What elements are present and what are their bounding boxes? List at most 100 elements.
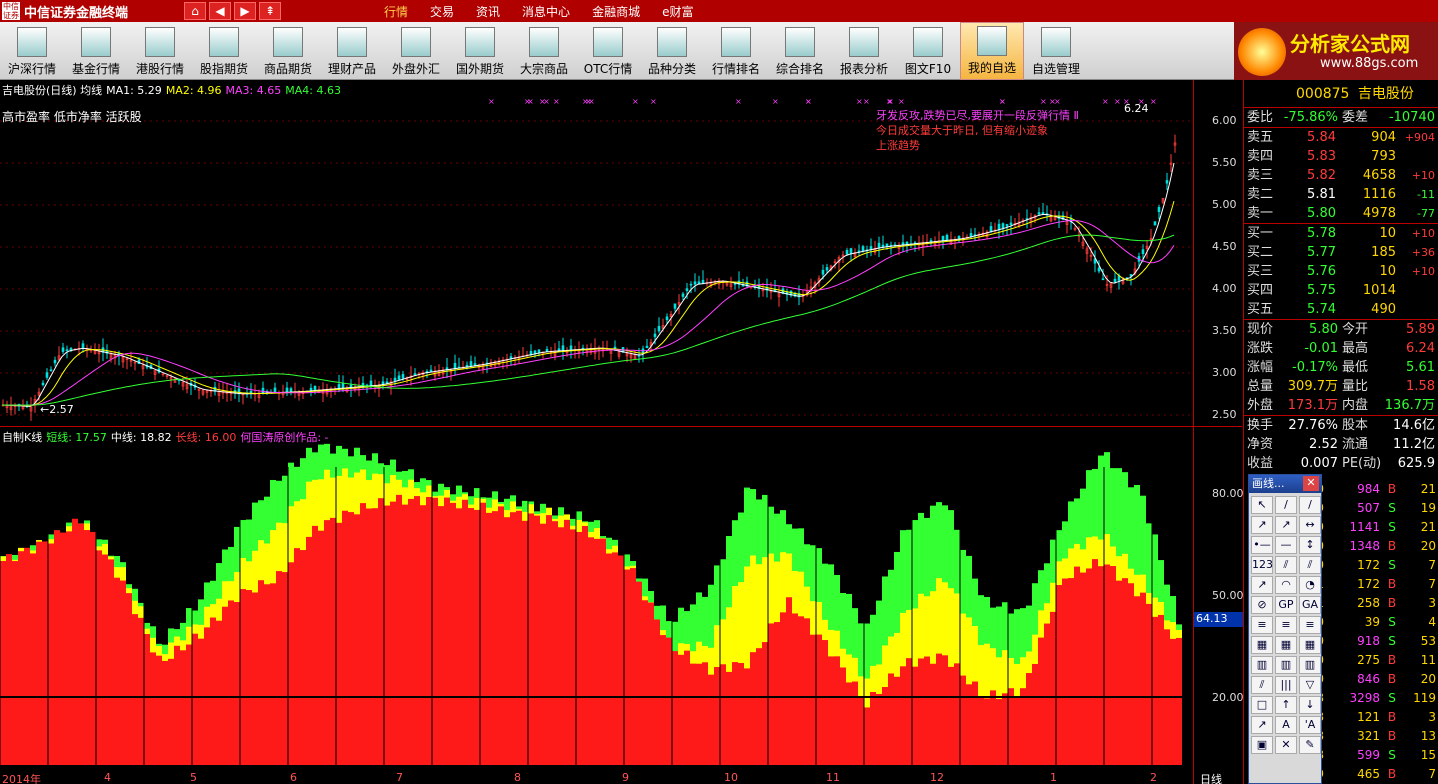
toolbar-item-0[interactable]: 沪深行情 — [0, 22, 64, 80]
draw-tool-10[interactable]: ⫽ — [1275, 556, 1297, 574]
draw-tool-6[interactable]: •— — [1251, 536, 1273, 554]
draw-tool-16[interactable]: GP — [1275, 596, 1297, 614]
price-chart[interactable]: ←2.57 6.24 × × × × × × × × × × × × × × × × × × × × × × × × × × × × × × … — [0, 80, 1242, 427]
tick-count: 19 — [1420, 501, 1436, 515]
indicator-bar-长线 — [912, 666, 918, 765]
menu-mall[interactable]: 金融商城 — [592, 3, 640, 20]
period-button[interactable]: 日线 — [1200, 771, 1222, 784]
candle-body — [453, 362, 457, 369]
candle-body — [989, 226, 993, 232]
draw-tool-25[interactable]: ▥ — [1275, 656, 1297, 674]
draw-tool-35[interactable]: 'A — [1299, 716, 1321, 734]
draw-tool-12[interactable]: ↗ — [1251, 576, 1273, 594]
draw-tool-13[interactable]: ◠ — [1275, 576, 1297, 594]
toolbar-item-8[interactable]: 大宗商品 — [512, 22, 576, 80]
draw-tool-32[interactable]: ↓ — [1299, 696, 1321, 714]
draw-tool-15[interactable]: ⊘ — [1251, 596, 1273, 614]
forward-button[interactable]: ▶ — [234, 2, 256, 20]
price-axis-tick: 4.50 — [1212, 240, 1237, 253]
draw-tool-31[interactable]: ↑ — [1275, 696, 1297, 714]
menu-trade[interactable]: 交易 — [430, 3, 454, 20]
indicator-bar-长线 — [234, 602, 240, 765]
close-icon[interactable]: ✕ — [1303, 476, 1319, 491]
indicator-bar-长线 — [612, 552, 618, 765]
home-button[interactable]: ⌂ — [184, 2, 206, 20]
signal-marker: × — [1138, 97, 1145, 106]
signal-marker: × — [632, 97, 639, 106]
draw-tool-5[interactable]: ↔ — [1299, 516, 1321, 534]
toolbar-item-16[interactable]: 自选管理 — [1024, 22, 1088, 80]
draw-tool-37[interactable]: ✕ — [1275, 736, 1297, 754]
draw-tool-21[interactable]: ▦ — [1251, 636, 1273, 654]
tick-volume: 1141 — [1349, 520, 1380, 534]
toolbar-item-6[interactable]: 外盘外汇 — [384, 22, 448, 80]
toolbar-item-12[interactable]: 综合排名 — [768, 22, 832, 80]
draw-tool-18[interactable]: ≡ — [1251, 616, 1273, 634]
draw-tool-27[interactable]: ⫽ — [1251, 676, 1273, 694]
toolbar-item-7[interactable]: 国外期货 — [448, 22, 512, 80]
toolbar-item-2[interactable]: 港股行情 — [128, 22, 192, 80]
draw-tool-4[interactable]: ↗ — [1275, 516, 1297, 534]
toolbar-item-13[interactable]: 报表分析 — [832, 22, 896, 80]
toolbar-item-10[interactable]: 品种分类 — [640, 22, 704, 80]
draw-tool-8[interactable]: ↕ — [1299, 536, 1321, 554]
menu-news[interactable]: 资讯 — [476, 3, 500, 20]
candle-body — [1165, 180, 1169, 184]
draw-tool-17[interactable]: GA — [1299, 596, 1321, 614]
toolbar-label: 商品期货 — [263, 62, 312, 76]
stock-code: 000875 — [1296, 86, 1350, 102]
chart-area[interactable]: ←2.57 6.24 × × × × × × × × × × × × × × × × × × × × × × × × × × × × × × … — [0, 80, 1244, 784]
menu-messages[interactable]: 消息中心 — [522, 3, 570, 20]
palette-title[interactable]: 画线... ✕ — [1249, 475, 1321, 493]
toolbar-item-15[interactable]: 我的自选 — [960, 22, 1024, 80]
menu-quotes[interactable]: 行情 — [384, 3, 408, 20]
date-axis-tick: 4 — [104, 771, 111, 784]
drawing-tools-palette[interactable]: 画线... ✕ ↖ / / ↗ ↗ ↔ •— — ↕ 123 ⫽ ⫽ ↗ ◠ ◔ ⊘ GP GA ≡ ≡ ≡ ▦ ▦ ▦ ▥ ▥ ▥… — [1248, 474, 1322, 784]
tick-volume: 321 — [1357, 729, 1380, 743]
draw-tool-11[interactable]: ⫽ — [1299, 556, 1321, 574]
toolbar-item-4[interactable]: 商品期货 — [256, 22, 320, 80]
date-axis-tick: 7 — [396, 771, 403, 784]
draw-tool-23[interactable]: ▦ — [1299, 636, 1321, 654]
toolbar-item-14[interactable]: 图文F10 — [896, 22, 960, 80]
order-price: 5.74 — [1307, 302, 1336, 317]
draw-tool-0[interactable]: ↖ — [1251, 496, 1273, 514]
draw-tool-33[interactable]: ↗ — [1251, 716, 1273, 734]
indicator-bar-长线 — [276, 571, 282, 765]
menu-ewealth[interactable]: e财富 — [662, 3, 693, 20]
draw-tool-19[interactable]: ≡ — [1275, 616, 1297, 634]
toolbar-item-1[interactable]: 基金行情 — [64, 22, 128, 80]
fundamental-stats: 换手 27.76% 股本 14.6亿净资 2.52 流通 11.2亿收益(三) 0.007 PE… — [1244, 415, 1438, 490]
brand-banner[interactable]: 分析家公式网 www.88gs.com — [1234, 22, 1438, 80]
collapse-button[interactable]: ⇞ — [259, 2, 281, 20]
draw-tool-22[interactable]: ▦ — [1275, 636, 1297, 654]
toolbar-item-9[interactable]: OTC行情 — [576, 22, 640, 80]
draw-tool-36[interactable]: ▣ — [1251, 736, 1273, 754]
draw-tool-29[interactable]: ▽ — [1299, 676, 1321, 694]
toolbar-item-11[interactable]: 行情排名 — [704, 22, 768, 80]
toolbar-item-5[interactable]: 理财产品 — [320, 22, 384, 80]
draw-tool-1[interactable]: / — [1275, 496, 1297, 514]
draw-tool-30[interactable]: □ — [1251, 696, 1273, 714]
draw-tool-7[interactable]: — — [1275, 536, 1297, 554]
custom-k-indicator[interactable]: 自制K线 短线: 17.57 中线: 18.82 长线: 16.00 何国涛原创作品: … — [0, 427, 1244, 784]
back-button[interactable]: ◀ — [209, 2, 231, 20]
draw-tool-38[interactable]: ✎ — [1299, 736, 1321, 754]
draw-tool-28[interactable]: ||| — [1275, 676, 1297, 694]
price-axis-tick: 3.00 — [1212, 366, 1237, 379]
draw-tool-24[interactable]: ▥ — [1251, 656, 1273, 674]
draw-tool-14[interactable]: ◔ — [1299, 576, 1321, 594]
draw-tool-3[interactable]: ↗ — [1251, 516, 1273, 534]
candle-body — [473, 363, 477, 366]
toolbar-label: 理财产品 — [327, 62, 376, 76]
tick-count: 20 — [1420, 672, 1436, 686]
draw-tool-20[interactable]: ≡ — [1299, 616, 1321, 634]
stat-label: PE(动) — [1342, 456, 1382, 471]
order-row: 买五 5.74 490 — [1244, 300, 1438, 319]
draw-tool-2[interactable]: / — [1299, 496, 1321, 514]
toolbar-item-3[interactable]: 股指期货 — [192, 22, 256, 80]
draw-tool-26[interactable]: ▥ — [1299, 656, 1321, 674]
draw-tool-9[interactable]: 123 — [1251, 556, 1273, 574]
candle-body — [1157, 207, 1161, 213]
draw-tool-34[interactable]: A — [1275, 716, 1297, 734]
